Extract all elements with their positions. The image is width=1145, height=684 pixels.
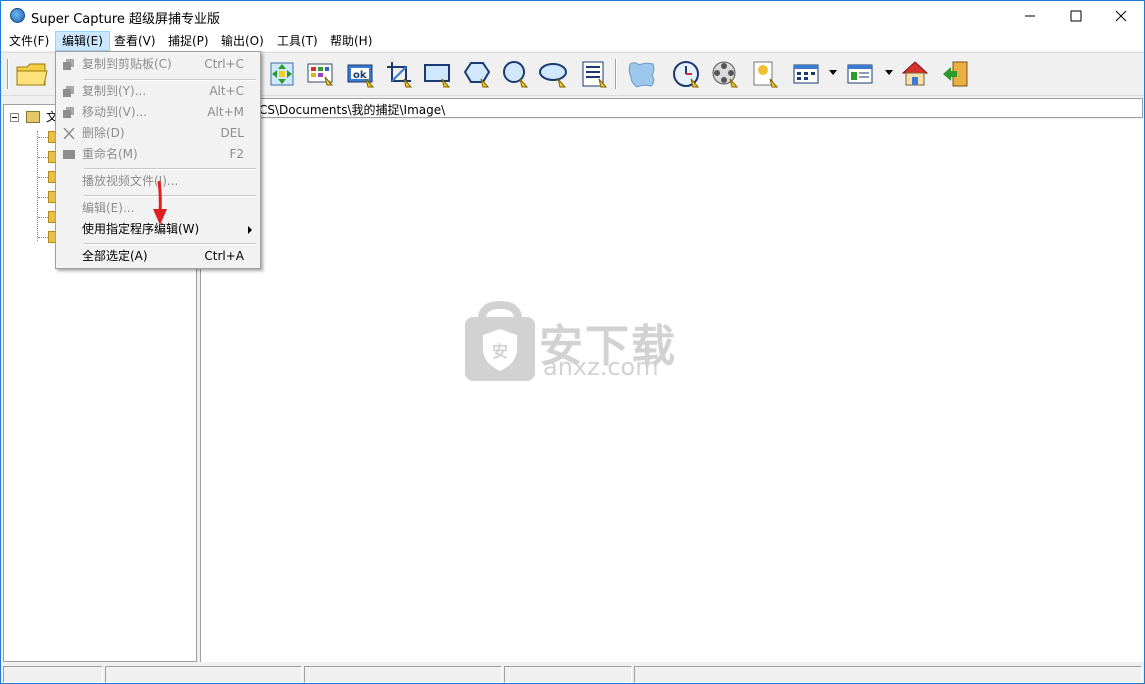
film-reel-icon bbox=[712, 61, 739, 88]
view-mode-dropdown-arrow[interactable] bbox=[829, 70, 837, 75]
view-mode-button[interactable] bbox=[791, 59, 821, 89]
minimize-icon bbox=[1025, 15, 1035, 17]
root-folder-icon bbox=[26, 111, 40, 123]
copy-icon bbox=[63, 59, 74, 70]
tree-branch-line bbox=[38, 197, 48, 198]
edit-menu-dropdown: 复制到剪贴板(C) Ctrl+C 复制到(Y)... Alt+C 移动到(V).… bbox=[55, 51, 261, 269]
capture-freehand-button[interactable] bbox=[627, 59, 657, 89]
circle-icon bbox=[503, 61, 529, 88]
freehand-icon bbox=[628, 62, 655, 88]
tree-connector bbox=[37, 131, 38, 241]
folder-icon bbox=[16, 63, 48, 86]
clock-icon bbox=[673, 61, 700, 88]
maximize-icon bbox=[1070, 10, 1082, 22]
capture-region-button[interactable] bbox=[384, 59, 414, 89]
rename-icon bbox=[63, 150, 75, 159]
home-icon bbox=[901, 61, 929, 86]
home-button[interactable] bbox=[900, 59, 930, 89]
menu-item-copy-clipboard[interactable]: 复制到剪贴板(C) Ctrl+C bbox=[58, 54, 258, 75]
rectangle-icon bbox=[424, 64, 451, 88]
menu-help[interactable]: 帮助(H) bbox=[324, 31, 378, 51]
layout-dropdown-arrow[interactable] bbox=[885, 70, 893, 75]
maximize-button[interactable] bbox=[1053, 1, 1099, 31]
status-pane bbox=[504, 666, 632, 683]
current-path: CS\Documents\我的捕捉\Image\ bbox=[259, 103, 446, 117]
copy-to-icon bbox=[63, 86, 74, 97]
capture-fullscreen-button[interactable] bbox=[305, 59, 335, 89]
capture-move-button[interactable] bbox=[267, 59, 297, 89]
capture-polygon-button[interactable] bbox=[461, 59, 491, 89]
image-capture-button[interactable] bbox=[750, 59, 780, 89]
svg-text:ok: ok bbox=[353, 70, 367, 81]
capture-rectangle-button[interactable] bbox=[422, 59, 452, 89]
menu-edit[interactable]: 编辑(E) bbox=[55, 31, 110, 51]
menu-view[interactable]: 查看(V) bbox=[108, 31, 162, 51]
thumbnails-icon bbox=[793, 64, 819, 84]
menu-item-copy-to[interactable]: 复制到(Y)... Alt+C bbox=[58, 81, 258, 102]
tree-branch-line bbox=[38, 217, 48, 218]
status-pane bbox=[105, 666, 302, 683]
status-bar bbox=[1, 664, 1144, 683]
move-arrows-icon bbox=[270, 62, 294, 86]
picture-icon bbox=[753, 61, 779, 88]
status-pane bbox=[3, 666, 103, 683]
menu-file[interactable]: 文件(F) bbox=[3, 31, 55, 51]
toolbar-separator bbox=[615, 59, 617, 89]
menu-separator bbox=[84, 243, 256, 245]
tree-branch-line bbox=[38, 237, 48, 238]
move-icon bbox=[63, 107, 74, 118]
tree-collapse-toggle[interactable] bbox=[10, 113, 19, 122]
delete-icon bbox=[63, 128, 75, 139]
ellipse-icon bbox=[539, 63, 567, 88]
capture-circle-button[interactable] bbox=[500, 59, 530, 89]
watermark-url: anxz.com bbox=[543, 353, 659, 381]
capture-ellipse-button[interactable] bbox=[538, 59, 568, 89]
crop-region-icon bbox=[387, 62, 413, 88]
menu-item-delete[interactable]: 删除(D) DEL bbox=[58, 123, 258, 144]
submenu-arrow-icon bbox=[248, 226, 252, 234]
ok-window-icon: ok bbox=[347, 64, 375, 88]
exit-button[interactable] bbox=[941, 59, 971, 89]
window-title: Super Capture 超级屏捕专业版 bbox=[31, 12, 221, 27]
file-list-area[interactable] bbox=[200, 119, 1144, 662]
tree-branch-line bbox=[38, 137, 48, 138]
menu-bar: 文件(F) 编辑(E) 查看(V) 捕捉(P) 输出(O) 工具(T) 帮助(H… bbox=[1, 31, 1144, 51]
status-pane bbox=[634, 666, 1142, 683]
screen-grid-icon bbox=[307, 63, 334, 86]
tree-branch-line bbox=[38, 157, 48, 158]
polygon-icon bbox=[463, 62, 491, 88]
minimize-button[interactable] bbox=[1007, 1, 1053, 31]
timer-capture-button[interactable] bbox=[671, 59, 701, 89]
menu-capture[interactable]: 捕捉(P) bbox=[162, 31, 215, 51]
title-bar[interactable]: Super Capture 超级屏捕专业版 bbox=[1, 1, 1144, 31]
app-window: Super Capture 超级屏捕专业版 文件(F) 编辑(E) 查看(V) … bbox=[0, 0, 1145, 684]
capture-ok-button[interactable]: ok bbox=[345, 59, 375, 89]
app-icon[interactable] bbox=[10, 8, 25, 23]
menu-item-select-all[interactable]: 全部选定(A) Ctrl+A bbox=[58, 246, 258, 267]
tree-branch-line bbox=[38, 177, 48, 178]
menu-item-rename[interactable]: 重命名(M) F2 bbox=[58, 144, 258, 165]
close-button[interactable] bbox=[1098, 1, 1144, 31]
open-folder-button[interactable] bbox=[15, 59, 48, 89]
capture-scroll-button[interactable] bbox=[579, 59, 609, 89]
red-arrow-annotation bbox=[153, 180, 167, 225]
menu-item-move-to[interactable]: 移动到(V)... Alt+M bbox=[58, 102, 258, 123]
details-view-icon bbox=[847, 64, 873, 84]
status-pane bbox=[304, 666, 502, 683]
menu-output[interactable]: 输出(O) bbox=[215, 31, 270, 51]
watermark-shield-char: 安 bbox=[492, 342, 508, 361]
menu-tools[interactable]: 工具(T) bbox=[271, 31, 324, 51]
layout-button[interactable] bbox=[845, 59, 875, 89]
toolbar-grip bbox=[7, 59, 9, 89]
path-bar[interactable]: CS\Documents\我的捕捉\Image\ bbox=[200, 98, 1143, 118]
scroll-list-icon bbox=[582, 61, 608, 88]
menu-separator bbox=[84, 168, 256, 170]
video-capture-button[interactable] bbox=[710, 59, 740, 89]
exit-door-icon bbox=[943, 61, 968, 87]
close-icon bbox=[1115, 10, 1127, 22]
watermark-shield-icon: 安 bbox=[465, 301, 535, 381]
